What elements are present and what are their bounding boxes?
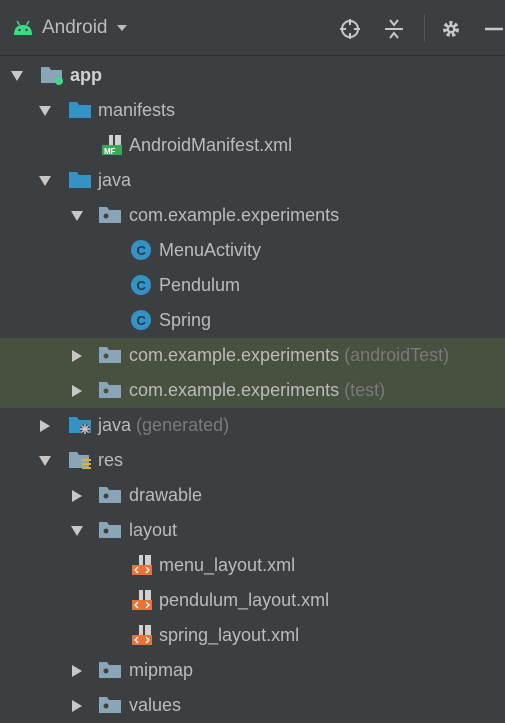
android-icon (14, 20, 32, 35)
collapse-arrow-icon (72, 385, 82, 397)
toolbar-separator (424, 14, 425, 42)
tree-item-label: layout (129, 520, 178, 540)
tree-item-spring-layout[interactable]: spring_layout.xml (0, 618, 505, 653)
tree-item-label: drawable (129, 485, 203, 505)
expand-arrow-icon (39, 176, 51, 186)
tree-item-java-generated[interactable]: java (generated) (0, 408, 505, 443)
package-icon (99, 487, 121, 503)
tree-item-label: spring_layout.xml (159, 625, 300, 645)
tree-item-label: java (98, 170, 132, 190)
java-class-icon: C (131, 275, 151, 295)
tree-item-layout[interactable]: layout (0, 513, 505, 548)
source-set-suffix: (generated) (136, 415, 230, 435)
tree-item-label: manifests (98, 100, 176, 120)
expand-arrow-icon (71, 526, 83, 536)
resources-folder-icon (69, 452, 91, 469)
package-icon (99, 347, 121, 363)
tree-item-res[interactable]: res (0, 443, 505, 478)
svg-text:C: C (137, 313, 147, 328)
project-view-selector[interactable]: Android (12, 14, 128, 42)
tree-item-label: com.example.experiments (androidTest) (129, 345, 450, 365)
collapse-arrow-icon (72, 490, 82, 502)
package-icon (99, 522, 121, 538)
java-class-icon: C (131, 240, 151, 260)
expand-arrow-icon (71, 211, 83, 221)
crosshair-icon[interactable] (337, 16, 363, 42)
tree-item-class-menu-activity[interactable]: C MenuActivity (0, 233, 505, 268)
collapse-arrow-icon (40, 420, 50, 432)
tree-item-label: AndroidManifest.xml (129, 135, 293, 155)
tree-item-manifests[interactable]: manifests (0, 93, 505, 128)
expand-arrow-icon (39, 456, 51, 466)
project-toolbar: Android (0, 0, 505, 56)
tree-item-label: com.example.experiments (test) (129, 380, 386, 400)
tree-item-pendulum-layout[interactable]: pendulum_layout.xml (0, 583, 505, 618)
minimize-icon[interactable] (479, 16, 505, 42)
tree-item-values[interactable]: values (0, 688, 505, 723)
svg-text:C: C (137, 278, 147, 293)
tree-item-package-test[interactable]: com.example.experiments (test) (0, 373, 505, 408)
tree-item-label: java (generated) (98, 415, 230, 435)
tree-item-label: Spring (159, 310, 212, 330)
tree-item-drawable[interactable]: drawable (0, 478, 505, 513)
tree-item-mipmap[interactable]: mipmap (0, 653, 505, 688)
java-class-icon: C (131, 310, 151, 330)
expand-arrow-icon (11, 71, 23, 81)
tree-item-label: MenuActivity (159, 240, 262, 260)
xml-file-icon (132, 590, 152, 610)
xml-file-icon (132, 555, 152, 575)
tree-item-label: com.example.experiments (129, 205, 340, 225)
svg-text:MF: MF (104, 147, 116, 156)
collapse-arrow-icon (72, 700, 82, 712)
tree-item-label: Pendulum (159, 275, 241, 295)
tree-item-java[interactable]: java (0, 163, 505, 198)
package-icon (99, 697, 121, 713)
source-set-suffix: (test) (344, 380, 386, 400)
folder-icon (69, 102, 91, 118)
source-set-suffix: (androidTest) (344, 345, 450, 365)
package-icon (99, 382, 121, 398)
tree-item-class-spring[interactable]: C Spring (0, 303, 505, 338)
expand-arrow-icon (39, 106, 51, 116)
manifest-file-icon: MF (102, 135, 122, 156)
xml-file-icon (132, 625, 152, 645)
tree-item-package-main[interactable]: com.example.experiments (0, 198, 505, 233)
package-icon (99, 662, 121, 678)
collapse-arrow-icon (72, 350, 82, 362)
tree-item-label: pendulum_layout.xml (159, 590, 330, 610)
tree-item-class-pendulum[interactable]: C Pendulum (0, 268, 505, 303)
package-icon (99, 207, 121, 223)
tree-item-android-manifest[interactable]: MF AndroidManifest.xml (0, 128, 505, 163)
tree-item-label: app (70, 65, 103, 85)
tree-item-menu-layout[interactable]: menu_layout.xml (0, 548, 505, 583)
svg-text:C: C (137, 243, 147, 258)
tree-item-label: res (98, 450, 124, 470)
generated-folder-icon (69, 417, 91, 434)
module-folder-icon (41, 67, 63, 85)
tree-item-label: mipmap (129, 660, 194, 680)
tree-item-package-android-test[interactable]: com.example.experiments (androidTest) (0, 338, 505, 373)
project-view-label: Android (42, 17, 108, 38)
source-folder-icon (69, 172, 91, 188)
dropdown-arrow-icon (116, 25, 127, 31)
tree-item-label: values (129, 695, 182, 715)
collapse-all-icon[interactable] (381, 16, 407, 42)
tree-item-app[interactable]: app (0, 58, 505, 93)
gear-icon[interactable] (438, 16, 464, 42)
collapse-arrow-icon (72, 665, 82, 677)
tree-item-label: menu_layout.xml (159, 555, 296, 575)
